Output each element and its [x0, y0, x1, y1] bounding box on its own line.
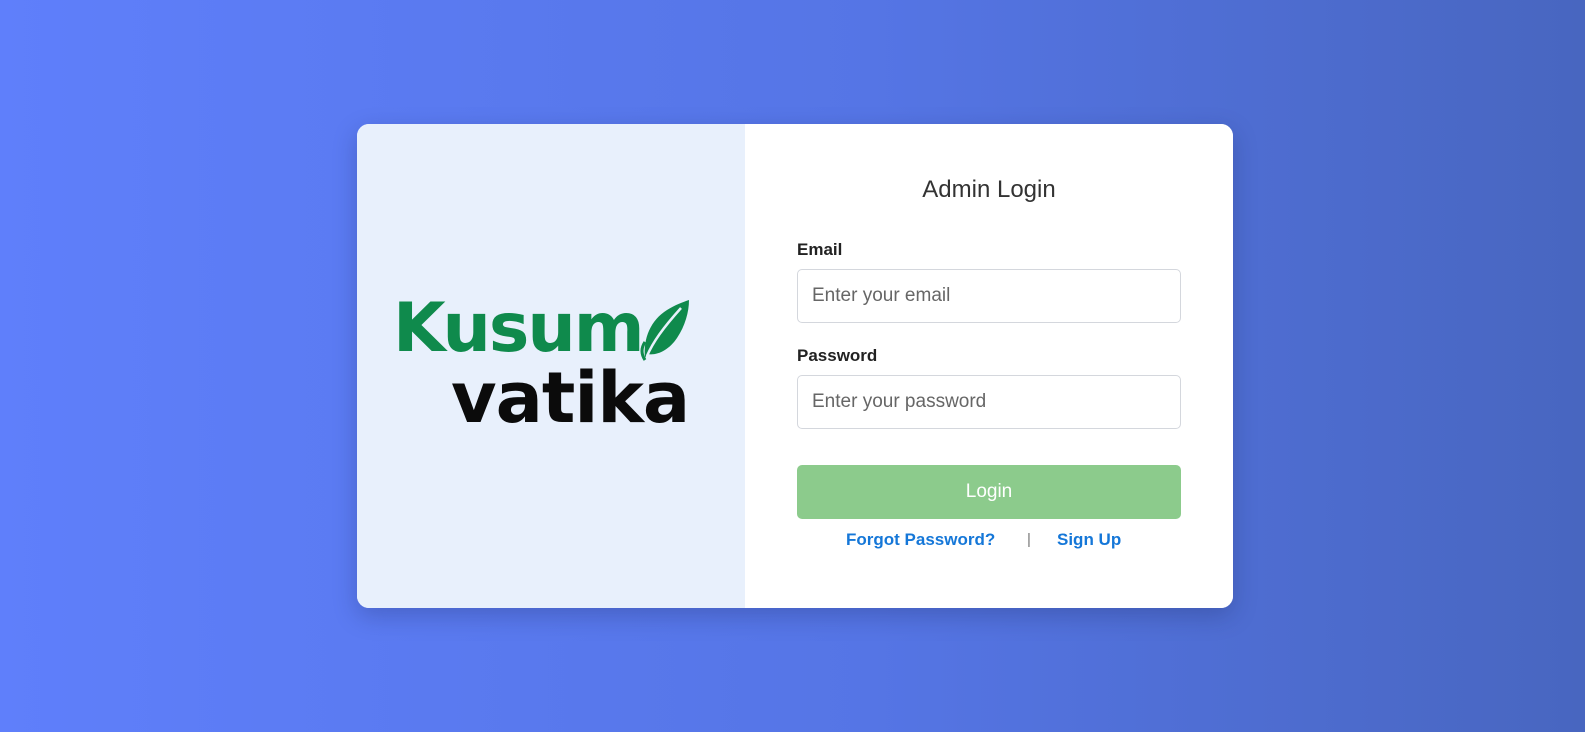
brand-panel: Kusum vatika — [357, 124, 745, 608]
forgot-password-link[interactable]: Forgot Password? — [846, 530, 995, 550]
sign-up-link[interactable]: Sign Up — [1057, 530, 1121, 550]
leaf-icon — [639, 298, 691, 362]
login-card: Kusum vatika Admin Login Email Password … — [357, 124, 1233, 608]
logo-word-vatika: vatika — [451, 357, 690, 439]
email-field[interactable] — [797, 269, 1181, 323]
logo-word-kusum: Kusum — [393, 289, 645, 368]
page-title: Admin Login — [922, 176, 1056, 203]
brand-logo: Kusum vatika — [393, 294, 713, 439]
password-label: Password — [797, 346, 878, 365]
email-label: Email — [797, 240, 843, 259]
password-field[interactable] — [797, 375, 1181, 429]
login-button[interactable]: Login — [797, 465, 1181, 519]
link-separator: | — [1027, 531, 1031, 548]
logo-top-line: Kusum — [393, 294, 691, 364]
login-form-panel: Admin Login Email Password Login Forgot … — [745, 124, 1233, 608]
auth-links: Forgot Password? | Sign Up — [797, 530, 1181, 554]
